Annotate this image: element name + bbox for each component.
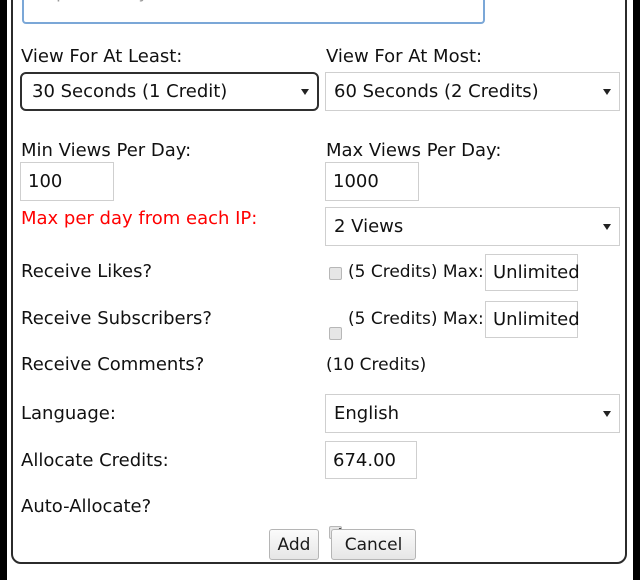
language-value: English [334,403,399,424]
receive-likes-checkbox[interactable] [329,267,342,280]
min-views-per-day-label: Min Views Per Day: [21,140,192,161]
view-at-most-value: 60 Seconds (2 Credits) [334,81,539,102]
max-per-ip-select[interactable]: 2 Views [325,207,620,246]
auto-allocate-label: Auto-Allocate? [21,496,152,517]
max-views-per-day-label: Max Views Per Day: [326,140,502,161]
receive-subscribers-credits-text: (5 Credits) Max: [348,309,484,329]
receive-likes-credits-text: (5 Credits) Max: [348,262,484,282]
view-at-least-value: 30 Seconds (1 Credit) [32,81,228,102]
receive-subscribers-max-value: Unlimited [493,309,580,330]
max-per-ip-value: 2 Views [334,216,404,237]
receive-subscribers-max-input[interactable]: Unlimited [485,301,580,338]
receive-comments-label: Receive Comments? [21,354,205,375]
chevron-down-icon [603,410,611,417]
language-select[interactable]: English [325,394,620,433]
allocate-credits-input[interactable]: 674.00 [325,441,417,479]
receive-comments-credits-text: (10 Credits) [326,355,427,375]
max-per-ip-label: Max per day from each IP: [21,208,258,229]
cancel-button-label: Cancel [344,534,403,555]
max-views-per-day-input[interactable]: 1000 [325,162,419,201]
view-at-least-label: View For At Least: [21,46,183,67]
video-url-placeholder: https://www.youtube.com/watch?v=xxxxxxxx… [32,0,451,3]
receive-likes-max-input[interactable]: Unlimited [485,254,580,291]
add-button-label: Add [277,534,311,555]
add-button[interactable]: Add [269,529,319,560]
receive-likes-max-value: Unlimited [493,262,580,283]
chevron-down-icon [603,223,611,230]
min-views-per-day-input[interactable]: 100 [20,162,114,201]
receive-subscribers-label: Receive Subscribers? [21,308,212,329]
chevron-down-icon [301,88,309,95]
view-at-most-label: View For At Most: [326,46,483,67]
allocate-credits-label: Allocate Credits: [21,450,169,471]
max-views-per-day-value: 1000 [333,171,379,192]
cancel-button[interactable]: Cancel [331,529,416,560]
view-at-most-select[interactable]: 60 Seconds (2 Credits) [325,72,620,111]
min-views-per-day-value: 100 [28,171,63,192]
chevron-down-icon [603,88,611,95]
view-at-least-select[interactable]: 30 Seconds (1 Credit) [20,72,319,111]
video-url-input[interactable]: https://www.youtube.com/watch?v=xxxxxxxx… [22,0,485,24]
allocate-credits-value: 674.00 [333,449,396,471]
receive-subscribers-checkbox[interactable] [329,327,342,340]
language-label: Language: [21,403,116,424]
receive-likes-label: Receive Likes? [21,261,153,282]
add-campaign-form: https://www.youtube.com/watch?v=xxxxxxxx… [0,0,640,580]
